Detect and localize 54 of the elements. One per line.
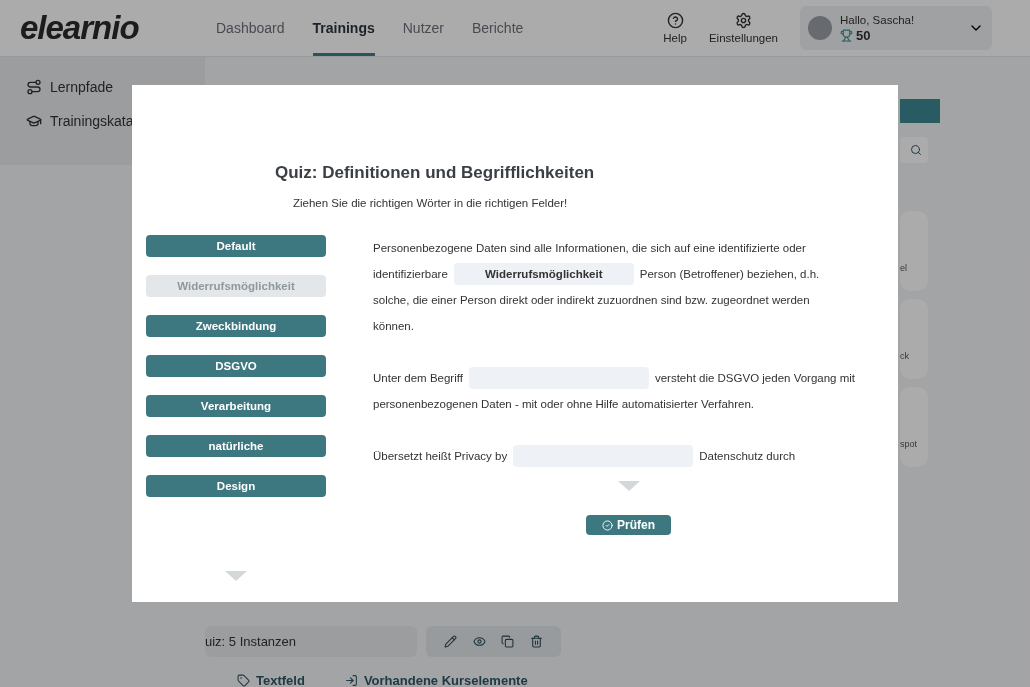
word-chip[interactable]: Default [146, 235, 326, 257]
element-card[interactable]: el [900, 211, 928, 291]
user-greeting: Hallo, Sascha! [840, 13, 916, 26]
element-card[interactable]: spot [900, 387, 928, 467]
instance-card: uiz: 5 Instanzen [205, 626, 417, 657]
quiz-text: Personenbezogene Daten sind alle Informationen, die sich auf eine identifizierte oder [373, 241, 806, 256]
quiz-text: Übersetzt heißt Privacy by [373, 449, 508, 464]
add-link[interactable]: Vorhandene Kurselemente [344, 673, 528, 687]
user-menu[interactable]: Hallo, Sascha! 50 [800, 6, 992, 50]
copy-icon[interactable] [501, 635, 515, 648]
word-chip[interactable]: Zweckbindung [146, 315, 326, 337]
word-chip[interactable]: Verarbeitung [146, 395, 326, 417]
word-chip[interactable]: natürliche [146, 435, 326, 457]
trophy-icon [840, 28, 853, 42]
element-card[interactable]: ck [900, 299, 928, 379]
sidebar-item[interactable]: Trainingskata [26, 113, 205, 129]
quiz-text: Unter dem Begriff [373, 371, 463, 386]
import-icon [344, 673, 358, 687]
search-icon [910, 144, 922, 156]
quiz-text: können. [373, 319, 414, 334]
quiz-text: personenbezogenen Daten - mit oder ohne Hilfe automatisierter Verfahren. [373, 397, 754, 412]
quiz-text: versteht die DSGVO jeden Vorgang mit [654, 371, 855, 386]
nav-tab[interactable]: Berichte [471, 0, 524, 56]
gear-icon [734, 12, 752, 29]
check-button[interactable]: Prüfen [586, 515, 671, 535]
add-link[interactable]: Textfeld [237, 673, 305, 687]
edit-icon[interactable] [443, 635, 457, 648]
logo[interactable]: elearnio [20, 9, 216, 47]
quiz-text: Person (Betroffener) beziehen, d.h. [639, 267, 820, 282]
quiz-text: identifizierbare [373, 267, 448, 282]
eye-icon[interactable] [472, 635, 486, 648]
help-button[interactable]: Help [663, 12, 687, 44]
tag-icon [237, 673, 250, 687]
quiz-text: solche, die einer Person direkt oder indirekt zuzuordnen sind bzw. zugeordnet werden [373, 293, 810, 308]
quiz-text: Datenschutz durch [699, 449, 796, 464]
word-chip[interactable]: DSGVO [146, 355, 326, 377]
word-chip[interactable]: Design [146, 475, 326, 497]
drop-field[interactable]: Widerrufsmöglichkeit [453, 263, 634, 285]
nav-tab[interactable]: Trainings [312, 0, 375, 56]
sidebar-item[interactable]: Lernpfade [26, 79, 205, 95]
nav-tab[interactable]: Dashboard [216, 0, 285, 56]
help-icon [666, 12, 684, 29]
avatar [808, 16, 832, 40]
quiz-title: Quiz: Definitionen und Begrifflichkeiten [275, 163, 596, 183]
nav-tab[interactable]: Nutzer [402, 0, 444, 56]
check-circle-icon [602, 519, 613, 531]
panel-header [900, 99, 940, 123]
trash-icon[interactable] [530, 635, 544, 648]
search-field[interactable] [900, 137, 928, 163]
settings-button[interactable]: Einstellungen [708, 12, 778, 44]
quiz-instruction: Ziehen Sie die richtigen Wörter in die richtigen Felder! [293, 197, 569, 209]
path-icon [26, 79, 42, 95]
points-count: 50 [856, 27, 871, 43]
graduation-cap-icon [26, 113, 42, 129]
